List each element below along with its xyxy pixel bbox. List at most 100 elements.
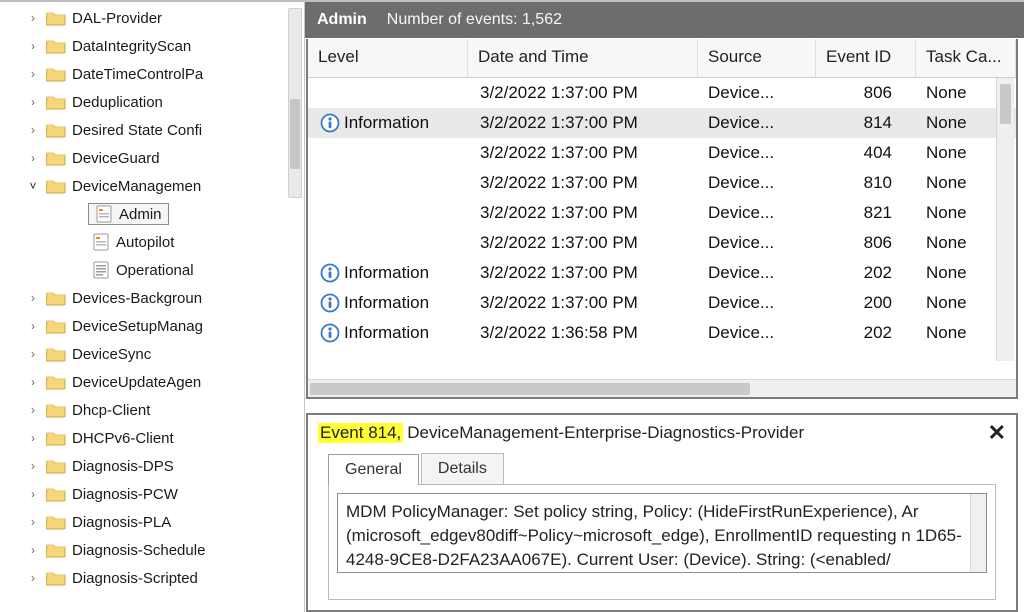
col-eventid[interactable]: Event ID [816,39,916,77]
table-row[interactable]: Information3/2/2022 1:37:00 PMDevice...2… [308,288,1016,318]
tab-details[interactable]: Details [421,453,504,484]
tree-item-label: DateTimeControlPa [72,66,203,83]
cell-date: 3/2/2022 1:37:00 PM [470,173,698,193]
tree-item[interactable]: ›DAL-Provider [0,4,304,32]
event-message[interactable]: MDM PolicyManager: Set policy string, Po… [337,493,987,573]
tree-item[interactable]: ›Devices-Backgroun [0,284,304,312]
chevron-icon[interactable]: › [26,431,40,445]
tree-item[interactable]: ›DeviceSetupManag [0,312,304,340]
chevron-icon[interactable]: ˅ [26,179,40,193]
blank-icon [320,203,340,223]
message-scrollbar[interactable] [970,494,986,572]
chevron-icon[interactable]: › [26,95,40,109]
folder-icon [46,402,66,418]
tree-item-label: DeviceManagemen [72,178,201,195]
tree-item[interactable]: ˅ DeviceManagemen [0,172,304,200]
info-icon [320,293,340,313]
tree-item[interactable]: ›Desired State Confi [0,116,304,144]
details-tabs: General Details [308,447,1016,484]
log-tree[interactable]: ›DAL-Provider›DataIntegrityScan›DateTime… [0,4,304,610]
table-row[interactable]: 3/2/2022 1:37:00 PMDevice...806None [308,228,1016,258]
table-row[interactable]: 3/2/2022 1:37:00 PMDevice...810None [308,168,1016,198]
event-id-highlight: Event 814, [318,423,403,443]
chevron-icon[interactable]: › [26,347,40,361]
tree-panel: ›DAL-Provider›DataIntegrityScan›DateTime… [0,2,305,612]
cell-source: Device... [698,143,816,163]
tree-item-label: DeviceGuard [72,150,160,167]
grid-body[interactable]: 3/2/2022 1:37:00 PMDevice...806NoneInfor… [308,78,1016,379]
tree-item[interactable]: › DeviceGuard [0,144,304,172]
table-row[interactable]: 3/2/2022 1:37:00 PMDevice...404None [308,138,1016,168]
tree-item-label: DataIntegrityScan [72,38,191,55]
table-row[interactable]: Information3/2/2022 1:36:58 PMDevice...2… [308,318,1016,348]
tab-general-body: MDM PolicyManager: Set policy string, Po… [328,484,996,600]
tree-item[interactable]: Operational [0,256,304,284]
cell-level [310,143,470,163]
tree-item[interactable]: › Diagnosis-PLA [0,508,304,536]
tab-general[interactable]: General [328,454,419,485]
tree-item-label: Diagnosis-Scripted [72,570,198,587]
cell-level [310,83,470,103]
tree-item[interactable]: › DeviceUpdateAgen [0,368,304,396]
chevron-icon[interactable]: › [26,515,40,529]
tree-item[interactable]: Autopilot [0,228,304,256]
chevron-icon[interactable]: › [26,375,40,389]
chevron-icon[interactable]: › [26,151,40,165]
info-icon [320,263,340,283]
col-task[interactable]: Task Ca... [916,39,1016,77]
blank-icon [320,83,340,103]
chevron-icon[interactable]: › [26,543,40,557]
chevron-icon[interactable]: › [26,39,40,53]
tree-item-label: DeviceUpdateAgen [72,374,201,391]
tree-item[interactable]: ›Diagnosis-PCW [0,480,304,508]
col-date[interactable]: Date and Time [468,39,698,77]
close-icon[interactable]: ✕ [988,424,1006,442]
grid-header[interactable]: Level Date and Time Source Event ID Task… [308,39,1016,78]
cell-level [310,233,470,253]
cell-date: 3/2/2022 1:37:00 PM [470,83,698,103]
tree-item[interactable]: ›Diagnosis-Schedule [0,536,304,564]
events-grid: Level Date and Time Source Event ID Task… [306,39,1018,399]
tree-item[interactable]: ›Diagnosis-DPS [0,452,304,480]
tree-item[interactable]: › DeviceSync [0,340,304,368]
cell-source: Device... [698,83,816,103]
col-level[interactable]: Level [308,39,468,77]
log-icon [95,205,113,223]
chevron-icon[interactable]: › [26,403,40,417]
grid-hscrollbar[interactable] [308,379,1016,397]
table-row[interactable]: Information3/2/2022 1:37:00 PMDevice...8… [308,108,1016,138]
cell-source: Device... [698,173,816,193]
table-row[interactable]: 3/2/2022 1:37:00 PMDevice...821None [308,198,1016,228]
chevron-icon[interactable]: › [26,487,40,501]
folder-icon [46,570,66,586]
tree-item[interactable]: ›Dhcp-Client [0,396,304,424]
cell-date: 3/2/2022 1:37:00 PM [470,203,698,223]
tree-item[interactable]: ›Deduplication [0,88,304,116]
tree-item-label: Diagnosis-PLA [72,514,171,531]
chevron-icon[interactable]: › [26,67,40,81]
folder-icon [46,38,66,54]
cell-source: Device... [698,263,816,283]
col-source[interactable]: Source [698,39,816,77]
table-row[interactable]: 3/2/2022 1:37:00 PMDevice...806None [308,78,1016,108]
chevron-icon[interactable]: › [26,571,40,585]
cell-date: 3/2/2022 1:37:00 PM [470,233,698,253]
chevron-icon[interactable]: › [26,319,40,333]
grid-vscrollbar[interactable] [996,78,1014,361]
tree-scrollbar[interactable] [288,8,302,198]
chevron-icon[interactable]: › [26,291,40,305]
chevron-icon[interactable]: › [26,123,40,137]
chevron-icon[interactable]: › [26,459,40,473]
cell-date: 3/2/2022 1:37:00 PM [470,293,698,313]
chevron-icon[interactable]: › [26,11,40,25]
tree-item[interactable]: Admin [0,200,304,228]
cell-date: 3/2/2022 1:37:00 PM [470,263,698,283]
tree-item-label: DeviceSync [72,346,151,363]
tree-item[interactable]: ›DHCPv6-Client [0,424,304,452]
tree-item[interactable]: › DataIntegrityScan [0,32,304,60]
tree-item[interactable]: › DateTimeControlPa [0,60,304,88]
table-row[interactable]: Information3/2/2022 1:37:00 PMDevice...2… [308,258,1016,288]
cell-source: Device... [698,323,816,343]
tree-item[interactable]: › Diagnosis-Scripted [0,564,304,592]
folder-icon [46,486,66,502]
